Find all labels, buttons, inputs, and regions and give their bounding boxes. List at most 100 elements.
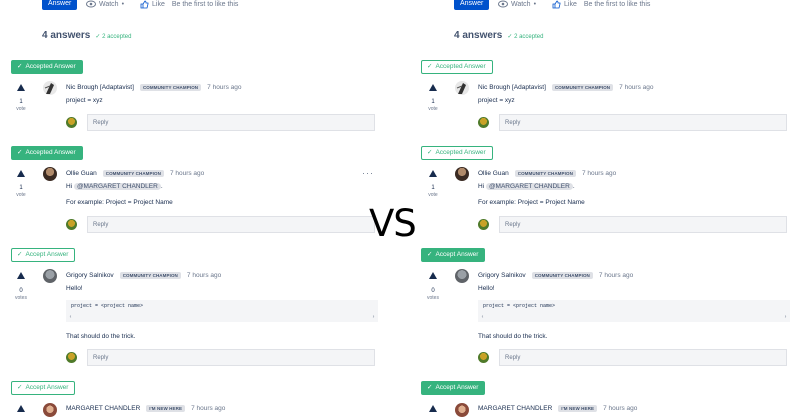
accepted-count-text: 2 accepted (514, 34, 544, 40)
vote-label: votes (427, 295, 439, 301)
avatar[interactable] (43, 403, 57, 417)
user-mention[interactable]: @MARGARET CHANDLER (485, 183, 573, 190)
author-name[interactable]: MARGARET CHANDLER (66, 405, 140, 412)
answer-body-line: For example: Project = Project Name (478, 199, 585, 206)
vote-label: votes (15, 295, 27, 301)
answer-button[interactable]: Answer (42, 0, 78, 10)
reply-row: Reply (66, 349, 375, 366)
vote-count: 1 (431, 99, 435, 105)
author-name[interactable]: Grigory Salnikov (478, 272, 526, 279)
right-panel: Answer Watch • Like Be the first to like… (420, 0, 800, 417)
accepted-answer-button[interactable]: ✓ Accepted Answer (11, 146, 83, 160)
reply-input[interactable]: Reply (87, 216, 375, 233)
accepted-count: ✓ 2 accepted (95, 34, 132, 40)
accept-answer-button[interactable]: ✓ Accept Answer (421, 248, 486, 262)
author-name[interactable]: MARGARET CHANDLER (478, 405, 552, 412)
avatar[interactable] (455, 81, 469, 95)
answer-body: Hi @MARGARET CHANDLER. (66, 183, 163, 190)
upvote-arrow-icon[interactable] (17, 170, 25, 177)
accept-answer-label: Accept Answer (25, 384, 69, 391)
like-button[interactable]: Like Be the first to like this (140, 0, 238, 9)
timestamp: 7 hours ago (191, 405, 226, 412)
watch-button[interactable]: Watch • (498, 0, 536, 8)
current-user-avatar (66, 117, 77, 128)
code-scrollbar[interactable]: ‹ › (69, 314, 375, 320)
reply-input[interactable]: Reply (499, 216, 787, 233)
avatar[interactable] (43, 167, 57, 181)
answer-summary: 4 answers ✓ 2 accepted (454, 30, 543, 41)
more-icon[interactable]: ··· (362, 168, 374, 178)
scroll-right-icon[interactable]: › (372, 314, 375, 320)
accept-answer-label: Accept Answer (25, 251, 69, 258)
accept-answer-button[interactable]: ✓ Accept Answer (11, 248, 76, 262)
author-name[interactable]: Ollie Guan (66, 170, 97, 177)
scroll-right-icon[interactable]: › (784, 314, 787, 320)
check-icon: ✓ (427, 149, 433, 156)
upvote-arrow-icon[interactable] (429, 405, 437, 412)
separator-dot: • (121, 0, 125, 8)
scroll-left-icon[interactable]: ‹ (481, 314, 484, 320)
answer-body-line: That should do the trick. (66, 333, 136, 340)
reply-input[interactable]: Reply (87, 349, 375, 366)
check-icon: ✓ (17, 149, 23, 156)
status-badge: COMMUNITY CHAMPION (551, 84, 614, 91)
author-name[interactable]: Ollie Guan (478, 170, 509, 177)
reply-row: Reply (66, 216, 375, 233)
upvote-arrow-icon[interactable] (429, 272, 437, 279)
accepted-answer-label: Accepted Answer (435, 63, 486, 70)
code-scrollbar[interactable]: ‹ › (481, 314, 787, 320)
vote-count: 1 (431, 185, 435, 191)
punctuation: . (572, 183, 575, 190)
avatar[interactable] (43, 81, 57, 95)
status-badge: COMMUNITY CHAMPION (514, 170, 576, 177)
avatar[interactable] (43, 269, 57, 283)
answers-count: 4 answers (454, 30, 503, 41)
reply-input[interactable]: Reply (87, 114, 375, 131)
check-icon: ✓ (17, 63, 23, 70)
avatar[interactable] (455, 269, 469, 283)
upvote-arrow-icon[interactable] (429, 170, 437, 177)
status-badge: I'M NEW HERE (146, 405, 186, 412)
accept-answer-button[interactable]: ✓ Accept Answer (421, 381, 486, 395)
check-icon: ✓ (17, 251, 23, 258)
scroll-left-icon[interactable]: ‹ (69, 314, 72, 320)
author-name[interactable]: Nic Brough [Adaptavist] (66, 84, 134, 91)
avatar[interactable] (455, 167, 469, 181)
answer-body: Hello! (478, 285, 495, 292)
accepted-answer-button[interactable]: ✓ Accepted Answer (11, 60, 83, 74)
author-name[interactable]: Nic Brough [Adaptavist] (478, 84, 546, 91)
upvote-arrow-icon[interactable] (17, 405, 25, 412)
answer-button[interactable]: Answer (454, 0, 490, 10)
accepted-answer-button[interactable]: ✓ Accepted Answer (421, 146, 493, 160)
user-mention[interactable]: @MARGARET CHANDLER (73, 183, 161, 190)
vote-label: vote (16, 192, 26, 198)
answer-body: project = xyz (478, 97, 515, 104)
accept-answer-button[interactable]: ✓ Accept Answer (11, 381, 76, 395)
answers-count: 4 answers (42, 30, 91, 41)
vote-count: 0 (431, 288, 435, 294)
vote-count: 1 (19, 99, 23, 105)
accepted-answer-button[interactable]: ✓ Accepted Answer (421, 60, 493, 74)
timestamp: 7 hours ago (619, 84, 654, 91)
answer-meta: Grigory Salnikov COMMUNITY CHAMPION 7 ho… (478, 272, 633, 279)
reply-input[interactable]: Reply (499, 349, 787, 366)
upvote-arrow-icon[interactable] (429, 84, 437, 91)
like-label: Like (152, 1, 165, 8)
accepted-answer-label: Accepted Answer (435, 149, 486, 156)
vote-count: 0 (19, 288, 23, 294)
greeting: Hi (66, 183, 73, 190)
answer-body-line: For example: Project = Project Name (66, 199, 173, 206)
timestamp: 7 hours ago (169, 170, 205, 177)
like-button[interactable]: Like Be the first to like this (552, 0, 650, 9)
upvote-arrow-icon[interactable] (17, 84, 25, 91)
answer-meta: Nic Brough [Adaptavist] COMMUNITY CHAMPI… (66, 84, 242, 91)
author-name[interactable]: Grigory Salnikov (66, 272, 114, 279)
code-block: project = <project name> ‹ › (478, 300, 790, 322)
watch-button[interactable]: Watch • (86, 0, 124, 8)
status-badge: COMMUNITY CHAMPION (531, 272, 593, 279)
answer-body: Hello! (66, 285, 83, 292)
timestamp: 7 hours ago (598, 272, 634, 279)
upvote-arrow-icon[interactable] (17, 272, 25, 279)
avatar[interactable] (455, 403, 469, 417)
reply-input[interactable]: Reply (499, 114, 787, 131)
